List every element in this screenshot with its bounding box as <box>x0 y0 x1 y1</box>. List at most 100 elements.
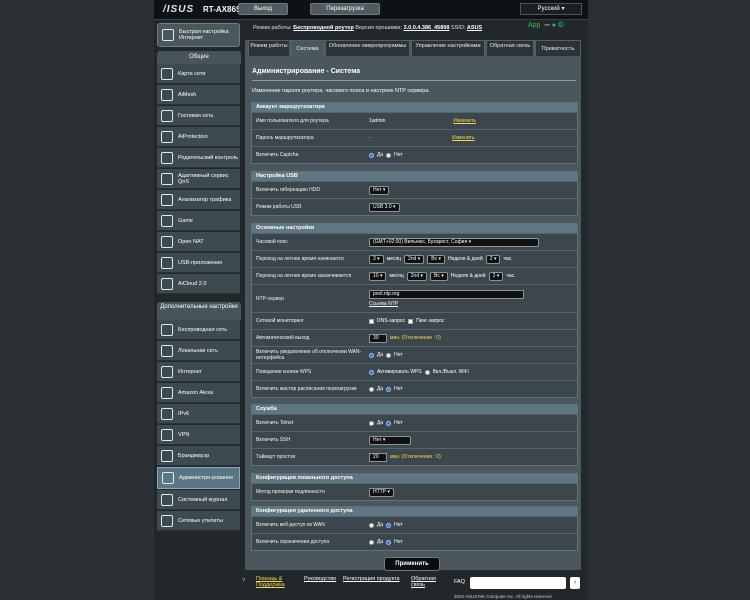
dst-end-week[interactable]: 2nd <box>406 271 428 281</box>
sidebar-item-traffic[interactable]: Анализатор трафика <box>157 190 240 210</box>
sidebar-item-administration[interactable]: Администри-рование <box>157 467 240 489</box>
ssh-select[interactable]: Нет <box>369 435 411 445</box>
telnet-yes-radio[interactable] <box>369 420 374 426</box>
sidebar-label: Интернет <box>178 368 202 375</box>
language-select[interactable]: Русский ▾ <box>520 3 582 15</box>
sidebar-item-network-map[interactable]: Карта сети <box>157 64 240 84</box>
sidebar-item-open-nat[interactable]: Open NAT <box>157 232 240 252</box>
dns-query-checkbox[interactable] <box>369 318 374 324</box>
ping-checkbox[interactable] <box>408 318 414 324</box>
tab-operation-mode[interactable]: Режим работы <box>248 40 290 56</box>
no-label: Нет <box>394 386 403 392</box>
sidebar-item-ipv6[interactable]: IPv6 <box>157 404 240 424</box>
sidebar-item-aicloud[interactable]: AiCloud 2.0 <box>157 274 240 294</box>
week-day-label: Неделя & дней <box>447 256 483 262</box>
wps-activate-radio[interactable] <box>369 369 374 375</box>
restrict-yes-radio[interactable] <box>369 539 374 545</box>
sidebar-item-parental[interactable]: Родительский контроль <box>157 148 240 168</box>
auth-method-select[interactable]: HTTP <box>369 487 394 497</box>
logout-button[interactable]: Выход <box>238 3 288 15</box>
dst-start-month[interactable]: 3 <box>369 254 384 264</box>
sidebar-item-vpn[interactable]: VPN <box>157 425 240 445</box>
sidebar-item-lan[interactable]: Локальная сеть <box>157 341 240 361</box>
help-link[interactable]: Помощь & Поддержка <box>256 576 296 588</box>
restrict-no-radio[interactable] <box>386 539 392 545</box>
open-nat-icon <box>161 235 173 248</box>
dst-end-month[interactable]: 10 <box>369 271 387 281</box>
reboot-schedule-yes-radio[interactable] <box>369 386 374 392</box>
change-password-link[interactable]: Изменить <box>452 135 475 141</box>
feedback-link[interactable]: Обратная связь <box>411 576 445 588</box>
sidebar-item-firewall[interactable]: Брандмауэр <box>157 446 240 466</box>
ssid-link[interactable]: ASUS <box>467 25 482 31</box>
sidebar-item-tools[interactable]: Сетевые утилиты <box>157 511 240 531</box>
faq-search-input[interactable] <box>470 577 566 589</box>
dst-start-hour[interactable]: 2 <box>485 254 501 264</box>
tab-firmware[interactable]: Обновление микропрограммы <box>325 40 410 56</box>
password-label: Пароль маршрутизатора <box>256 135 314 141</box>
notification-icon[interactable]: ● <box>552 22 556 29</box>
sidebar-item-aimesh[interactable]: AiMesh <box>157 85 240 105</box>
dst-start-day[interactable]: Вс <box>427 254 445 264</box>
sidebar-item-alexa[interactable]: Amazon Alexa <box>157 383 240 403</box>
ntp-input[interactable]: pool.ntp.org <box>369 290 524 299</box>
manual-link[interactable]: Руководство <box>304 576 336 582</box>
wifi-icon[interactable]: ◍ <box>558 22 564 29</box>
mode-link[interactable]: Беспроводной роутер <box>293 25 354 31</box>
auth-method-label: Метод проверки подлинности <box>256 489 325 495</box>
dst-start-week[interactable]: 2nd <box>403 254 425 264</box>
tab-settings-mgmt[interactable]: Управление настройками <box>411 40 485 56</box>
telnet-no-radio[interactable] <box>386 420 392 426</box>
usb-app-icon <box>161 256 173 269</box>
usb-icon[interactable]: ⎓ <box>544 22 550 29</box>
sidebar-label: Гостевая сеть <box>178 112 214 119</box>
dst-end-hour[interactable]: 2 <box>488 271 504 281</box>
page-description: Изменение пароля роутера, часового пояса… <box>252 88 430 94</box>
captcha-yes-radio[interactable] <box>369 152 374 158</box>
sidebar-label: AiCloud 2.0 <box>178 280 207 287</box>
sidebar-label: Беспроводная сеть <box>178 326 228 333</box>
change-username-link[interactable]: Изменить <box>453 118 476 124</box>
month-label: месяц <box>386 256 401 262</box>
hdd-hibernation-select[interactable]: Нет <box>369 185 390 195</box>
captcha-no-radio[interactable] <box>386 152 392 158</box>
autologout-input[interactable]: 30 <box>369 333 387 343</box>
timezone-select[interactable]: (GMT+02:00) Вильнюс, Бухарест, София <box>369 237 539 247</box>
dst-end-day[interactable]: Вс <box>430 271 448 281</box>
asus-logo: /ISUS <box>163 4 195 15</box>
wps-wifi-radio[interactable] <box>424 369 430 375</box>
tab-system[interactable]: Система <box>291 40 324 56</box>
ntp-link[interactable]: Ссылка NTP <box>369 301 398 307</box>
sidebar-item-aiprotection[interactable]: AiProtection <box>157 127 240 147</box>
sidebar-item-usb[interactable]: USB-приложение <box>157 253 240 273</box>
idle-timeout-input[interactable]: 20 <box>369 452 387 462</box>
quick-setup-button[interactable]: Быстрая настройка Интернет <box>157 23 240 47</box>
password-value: - <box>369 135 371 141</box>
ntp-label: NTP-сервер <box>256 295 284 302</box>
fw-link[interactable]: 3.0.0.4.386_45898 <box>404 25 450 31</box>
sidebar-item-wan[interactable]: Интернет <box>157 362 240 382</box>
wan-notify-yes-radio[interactable] <box>369 352 374 358</box>
sidebar-item-qos[interactable]: Адаптивный сервис QoS <box>157 169 240 189</box>
sidebar-item-game[interactable]: Game <box>157 211 240 231</box>
yes-label: Да <box>377 352 384 358</box>
reboot-button[interactable]: Перезагрузка <box>310 3 380 15</box>
usb-mode-select[interactable]: USB 3.0 <box>369 202 400 212</box>
app-link[interactable]: App <box>528 22 540 29</box>
search-icon[interactable]: › <box>570 577 580 589</box>
ssh-label: Включить SSH <box>256 437 291 443</box>
shield-icon <box>161 130 173 143</box>
guest-network-icon <box>161 109 173 122</box>
access-restriction-label: Включить ограничения доступа <box>256 539 330 545</box>
wan-access-no-radio[interactable] <box>386 522 392 528</box>
sidebar-item-syslog[interactable]: Системный журнал <box>157 490 240 510</box>
registration-link[interactable]: Регистрация продукта <box>343 576 400 582</box>
tab-feedback[interactable]: Обратная связь <box>486 40 534 56</box>
apply-button[interactable]: Применить <box>384 557 440 571</box>
tab-privacy[interactable]: Приватность <box>535 40 581 56</box>
reboot-schedule-no-radio[interactable] <box>386 386 392 392</box>
wan-access-yes-radio[interactable] <box>369 522 374 528</box>
sidebar-item-wireless[interactable]: Беспроводная сеть <box>157 320 240 340</box>
wan-notify-no-radio[interactable] <box>386 352 392 358</box>
sidebar-item-guest[interactable]: Гостевая сеть <box>157 106 240 126</box>
